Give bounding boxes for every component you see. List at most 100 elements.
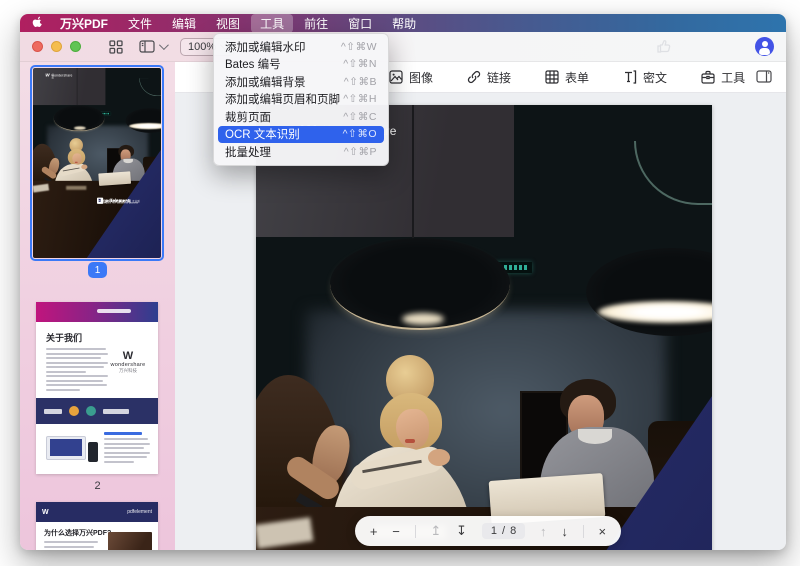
toolbar-label: 链接 bbox=[487, 69, 511, 86]
menu-item-shortcut: ^⇧⌘P bbox=[344, 146, 377, 158]
menubar-item-file[interactable]: 文件 bbox=[119, 14, 161, 33]
close-pager-button[interactable]: × bbox=[598, 524, 606, 539]
close-window-button[interactable] bbox=[32, 41, 43, 52]
menubar-item-view[interactable]: 视图 bbox=[207, 14, 249, 33]
w-mark: W bbox=[42, 509, 49, 516]
pdfelement-logo-small bbox=[103, 409, 129, 414]
photo-lamp-glow-right bbox=[129, 123, 161, 129]
right-panel-toggle[interactable] bbox=[756, 70, 772, 83]
phone-graphic bbox=[88, 442, 98, 462]
photo-lamp-cable bbox=[412, 105, 414, 241]
zoom-window-button[interactable] bbox=[70, 41, 81, 52]
menubar-item-window[interactable]: 窗口 bbox=[339, 14, 381, 33]
toolbar-item-redact[interactable]: 密文 bbox=[623, 69, 667, 86]
photo-woman1-face bbox=[396, 409, 429, 449]
next-page-button[interactable]: ↓ bbox=[561, 524, 568, 539]
toolbar-item-link[interactable]: 链接 bbox=[467, 69, 511, 86]
page-navigation-toolbar: + − ↥ ↧ 1 / 8 ↑ ↓ × bbox=[355, 516, 621, 546]
page3-header-band: W pdfelement bbox=[36, 502, 158, 522]
menubar-item-edit[interactable]: 编辑 bbox=[163, 14, 205, 33]
zoom-level-value: 100% bbox=[188, 41, 216, 53]
page-separator: / bbox=[502, 525, 505, 537]
previous-page-button[interactable]: ↑ bbox=[540, 524, 547, 539]
thumbnail-grid-icon[interactable] bbox=[109, 40, 123, 54]
brand-name: wondershare bbox=[52, 74, 73, 77]
link-icon bbox=[467, 70, 481, 84]
menu-item-background[interactable]: 添加或编辑背景 ^⇧⌘B bbox=[218, 73, 384, 91]
brand-zh: 万兴科技 bbox=[106, 368, 150, 374]
apple-menu-icon[interactable] bbox=[32, 16, 45, 30]
photo-lamp-cable-curve bbox=[139, 78, 161, 96]
redact-icon bbox=[623, 70, 637, 84]
minimize-window-button[interactable] bbox=[51, 41, 62, 52]
menu-item-ocr[interactable]: OCR 文本识别 ^⇧⌘O bbox=[218, 126, 384, 144]
toolbar-label: 密文 bbox=[643, 69, 667, 86]
toolbar-item-image[interactable]: 图像 bbox=[389, 69, 433, 86]
first-page-button[interactable]: ↥ bbox=[430, 523, 441, 539]
avatar-person-body bbox=[759, 48, 770, 55]
page-thumbnail-3[interactable]: W pdfelement 为什么选择万兴PDF? bbox=[36, 502, 158, 550]
zoom-out-button[interactable]: − bbox=[392, 524, 400, 539]
page3-text-block bbox=[44, 541, 102, 550]
menu-item-batch[interactable]: 批量处理 ^⇧⌘P bbox=[218, 143, 384, 161]
blue-subheading-placeholder bbox=[104, 432, 142, 435]
account-avatar[interactable] bbox=[755, 37, 774, 56]
page-thumbnail-2[interactable]: 关于我们 W wondershare 万兴科技 bbox=[36, 302, 158, 474]
page2-text-block bbox=[46, 348, 108, 391]
banner-text-placeholder bbox=[97, 309, 131, 313]
page-indicator[interactable]: 1 / 8 bbox=[482, 523, 525, 539]
w-mark: W bbox=[106, 350, 150, 362]
menu-item-label: 裁剪页面 bbox=[225, 109, 271, 125]
form-grid-icon bbox=[545, 70, 559, 84]
menu-item-watermark[interactable]: 添加或编辑水印 ^⇧⌘W bbox=[218, 38, 384, 56]
page2-banner bbox=[36, 302, 158, 322]
brand-sub: 创想 bbox=[52, 74, 54, 80]
page1-photo: W wondershare 创想 pdfelement 专业版 The Comp… bbox=[33, 68, 161, 258]
title-bar: 100% bbox=[20, 32, 786, 62]
menubar-item-tools[interactable]: 工具 bbox=[251, 14, 293, 33]
menubar-item-help[interactable]: 帮助 bbox=[383, 14, 425, 33]
photo-woman1-lips bbox=[75, 162, 78, 163]
photo-man-collar bbox=[578, 429, 612, 444]
chevron-down-icon bbox=[159, 40, 169, 50]
page2-partner-band bbox=[36, 398, 158, 424]
zoom-in-button[interactable]: + bbox=[370, 524, 378, 539]
toolbar-item-form[interactable]: 表单 bbox=[545, 69, 589, 86]
menubar-item-appname[interactable]: 万兴PDF bbox=[51, 14, 117, 33]
badge-circle-teal bbox=[86, 406, 96, 416]
photo-woman1-hand bbox=[428, 449, 450, 466]
photo-lamp-glow-left bbox=[74, 126, 86, 129]
toolbar-label: 图像 bbox=[409, 69, 433, 86]
total-pages: 8 bbox=[510, 525, 516, 537]
app-window: 万兴PDF 文件 编辑 视图 工具 前往 窗口 帮助 100% bbox=[20, 14, 786, 550]
menu-item-label: OCR 文本识别 bbox=[225, 126, 300, 142]
page1-tagline-zh: 全方位PDF文档解决方案 bbox=[97, 199, 131, 203]
menu-item-label: 添加或编辑水印 bbox=[225, 39, 306, 55]
menu-item-shortcut: ^⇧⌘B bbox=[344, 76, 377, 88]
menu-item-header-footer[interactable]: 添加或编辑页眉和页脚 ^⇧⌘H bbox=[218, 91, 384, 109]
menu-bar: 万兴PDF 文件 编辑 视图 工具 前往 窗口 帮助 bbox=[20, 14, 786, 32]
photo-lamp-cable bbox=[77, 68, 78, 106]
page1-photo: W wondershare 创想 pdfelement 专业版 The Comp… bbox=[256, 105, 712, 550]
menubar-item-go[interactable]: 前往 bbox=[295, 14, 337, 33]
pdfelement-logo-text: pdfelement bbox=[127, 509, 152, 515]
photo-lamp-cable-curve bbox=[634, 141, 712, 205]
photo-papers bbox=[66, 186, 86, 190]
menu-item-bates[interactable]: Bates 编号 ^⇧⌘N bbox=[218, 56, 384, 74]
laptop-screen bbox=[50, 439, 82, 456]
toolbar-item-tools[interactable]: 工具 bbox=[701, 69, 745, 86]
page1-wondershare-logo: W wondershare 创想 bbox=[45, 74, 51, 78]
page2-heading: 关于我们 bbox=[46, 331, 158, 344]
menu-item-shortcut: ^⇧⌘W bbox=[341, 41, 377, 53]
last-page-button[interactable]: ↧ bbox=[456, 523, 467, 539]
menu-item-crop[interactable]: 裁剪页面 ^⇧⌘C bbox=[218, 108, 384, 126]
toolbar-label: 表单 bbox=[565, 69, 589, 86]
menu-item-label: 批量处理 bbox=[225, 144, 271, 160]
current-page: 1 bbox=[491, 525, 497, 537]
divider bbox=[583, 525, 584, 538]
photo-woman1-lips bbox=[405, 439, 415, 443]
page3-photo bbox=[108, 532, 152, 550]
page-thumbnail-1[interactable]: W wondershare 创想 pdfelement 专业版 The Comp… bbox=[33, 68, 161, 258]
feedback-icon[interactable] bbox=[656, 39, 671, 54]
sidebar-panel-toggle[interactable] bbox=[139, 40, 166, 53]
